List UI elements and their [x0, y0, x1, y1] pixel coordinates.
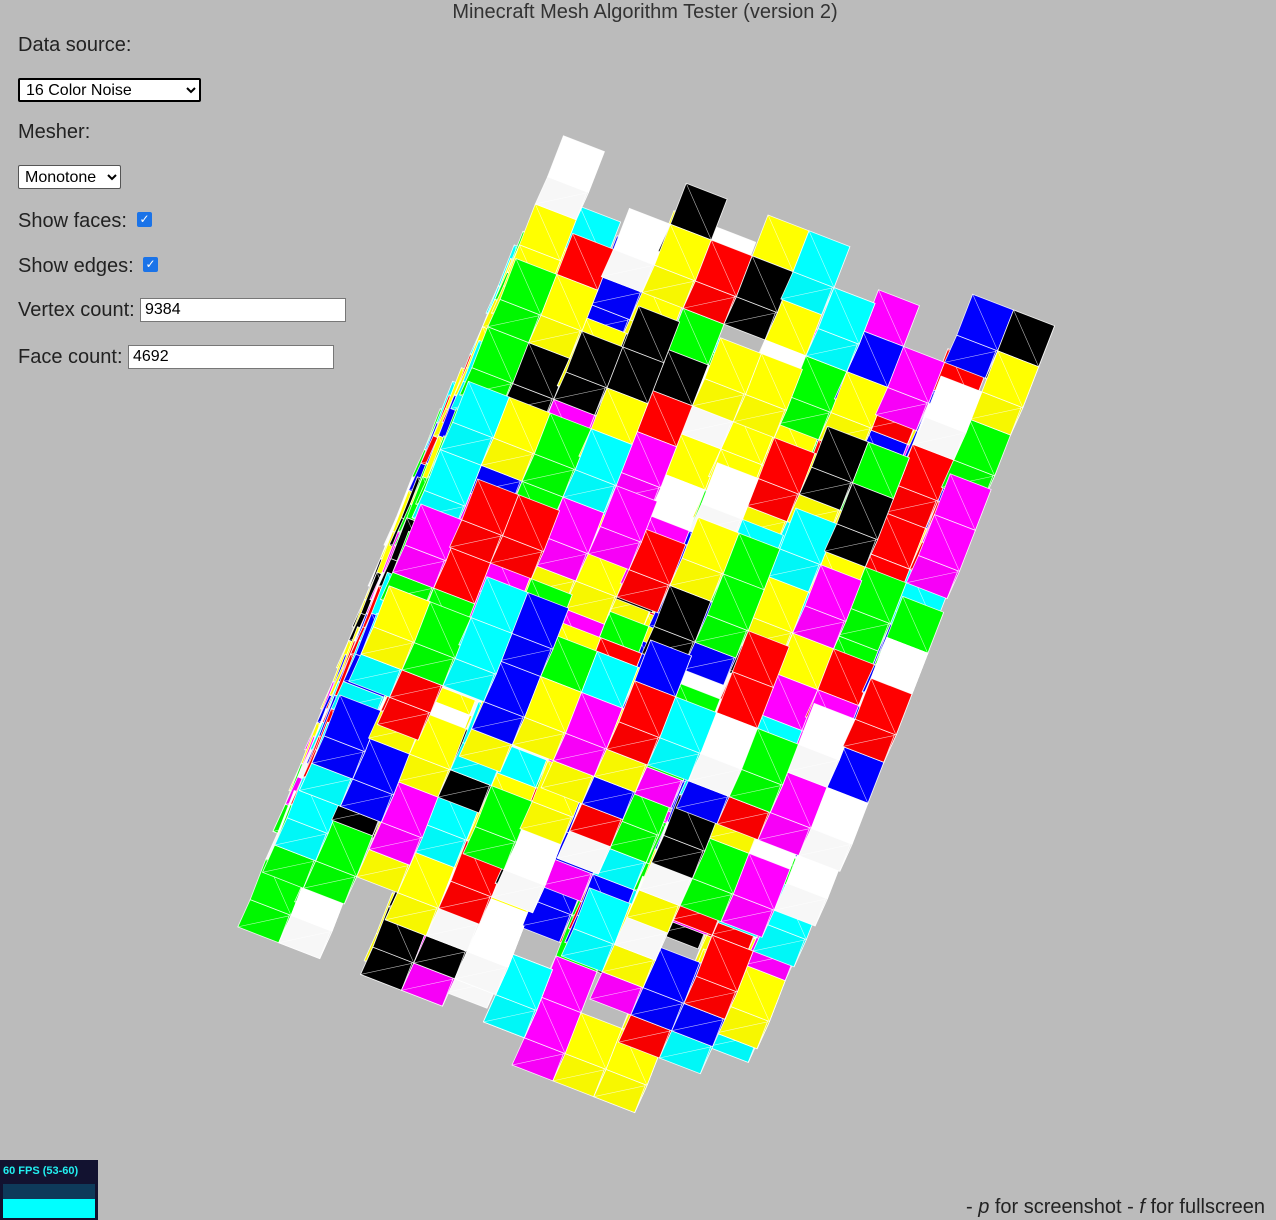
- voxel-viewport[interactable]: [0, 0, 1276, 1220]
